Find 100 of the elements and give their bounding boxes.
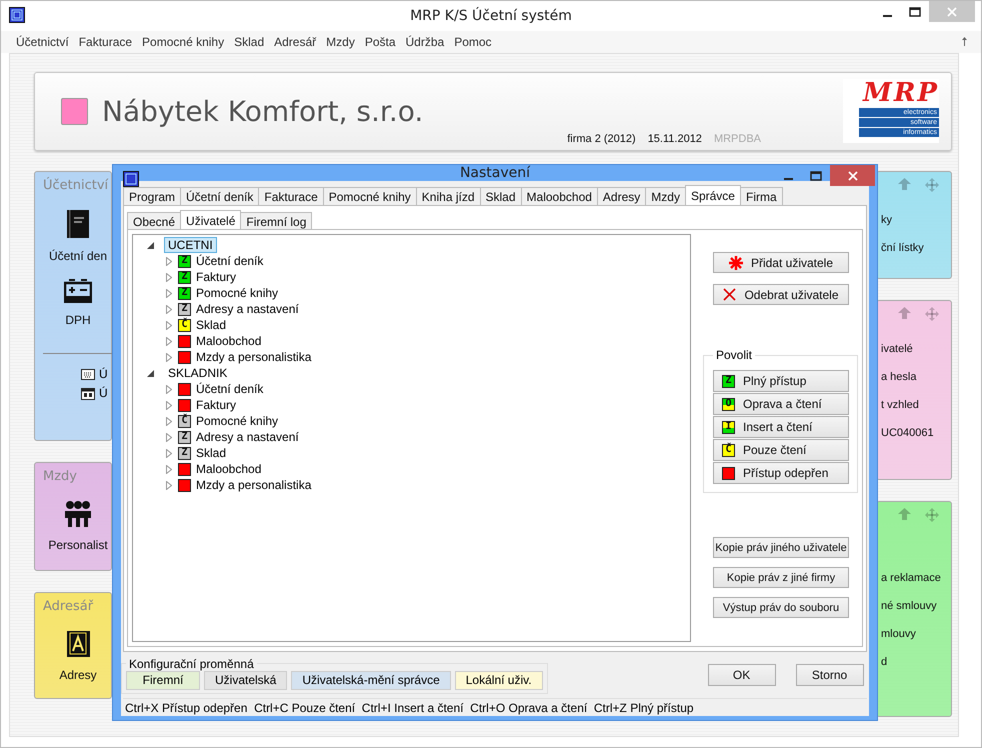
user-button[interactable]: Odebrat uživatele (713, 284, 849, 305)
tree-item[interactable]: Pomocné knihy (196, 414, 278, 428)
access-badge: Z (178, 286, 191, 300)
date-label: 15.11.2012 (648, 133, 702, 145)
menu-item[interactable]: Mzdy (321, 35, 360, 49)
dialog-button[interactable]: OK (708, 664, 776, 686)
tile-item[interactable]: Ú (99, 386, 108, 400)
access-badge (722, 466, 735, 480)
tab[interactable]: Kniha jízd (416, 187, 480, 205)
menu-item[interactable]: Pomoc (449, 35, 497, 49)
tile-item[interactable]: DPH (65, 313, 91, 327)
tile-item[interactable]: né smlouvy (881, 600, 937, 612)
close-icon (848, 170, 858, 180)
dialog-title: Nastavení (460, 165, 530, 181)
collapse-triangle-icon[interactable] (147, 370, 154, 376)
firm-label: firma 2 (2012) (567, 133, 636, 145)
tree-item[interactable]: Pomocné knihy (196, 286, 278, 300)
access-badge: Č (722, 444, 735, 456)
tree-item[interactable]: Maloobchod (196, 462, 262, 476)
logo-name: MRP (863, 79, 939, 107)
minimize-icon (784, 178, 792, 180)
move-icon[interactable] (925, 307, 939, 321)
tab[interactable]: Adresy (596, 187, 646, 205)
tile-title: Účetnictví (43, 178, 108, 193)
dialog-button[interactable]: Storno (796, 664, 864, 686)
access-badge: Č (178, 318, 191, 332)
config-button[interactable]: Firemní (126, 670, 200, 690)
access-button[interactable]: Přístup odepřen (713, 462, 849, 484)
access-badge: Z (178, 302, 191, 316)
tree-item[interactable]: Adresy a nastavení (196, 430, 299, 444)
tree-item[interactable]: Faktury (196, 398, 236, 412)
menu-item[interactable]: Údržba (400, 35, 450, 49)
calendar-icon (81, 386, 95, 400)
tree-user[interactable]: UCETNI (164, 237, 217, 253)
copy-button[interactable]: Výstup práv do souboru (713, 597, 849, 618)
tree-item[interactable]: Faktury (196, 270, 236, 284)
tile-item[interactable]: t vzhled (881, 399, 919, 411)
menu-item[interactable]: Sklad (229, 35, 270, 49)
tile-item[interactable]: UC040061 (881, 427, 934, 439)
menu-item[interactable]: Účetnictví (11, 35, 74, 49)
address-book-icon (65, 630, 91, 658)
maximize-icon (909, 6, 921, 16)
tree-item[interactable]: Adresy a nastavení (196, 302, 299, 316)
copy-button[interactable]: Kopie práv jiného uživatele (713, 537, 849, 558)
collapse-triangle-icon[interactable] (147, 242, 154, 248)
tree-item[interactable]: Účetní deník (196, 254, 264, 268)
menu-item[interactable]: Pošta (360, 35, 401, 49)
menu-item[interactable]: Adresář (269, 35, 322, 49)
tree-item[interactable]: Sklad (196, 446, 226, 460)
tree-item[interactable]: Sklad (196, 318, 226, 332)
access-badge: Z (178, 430, 191, 444)
tile-item[interactable]: a hesla (881, 371, 916, 383)
tab[interactable]: Firemní log (240, 212, 312, 230)
move-icon[interactable] (925, 508, 939, 522)
tree-item[interactable]: Maloobchod (196, 334, 262, 348)
tab[interactable]: Obecné (127, 212, 182, 230)
company-name: Nábytek Komfort, s.r.o. (102, 95, 424, 128)
config-button[interactable]: Lokální uživ. (454, 670, 543, 690)
tile-item[interactable]: d (881, 656, 888, 668)
tree-user[interactable]: SKLADNIK (164, 365, 232, 381)
keyboard-icon (81, 368, 95, 380)
tree-item[interactable]: Účetní deník (196, 382, 264, 396)
copy-button[interactable]: Kopie práv z jiné firmy (713, 567, 849, 588)
tile-item[interactable]: Ú (99, 367, 108, 381)
config-button[interactable]: Uživatelská (204, 670, 288, 690)
access-button[interactable]: Z Plný přístup (713, 370, 849, 392)
tile-title: Adresář (43, 599, 94, 614)
tile-item[interactable]: Personalist (48, 538, 108, 552)
access-badge: Z (178, 254, 191, 268)
tab[interactable]: Mzdy (645, 187, 686, 205)
tab[interactable]: Správce (684, 185, 741, 205)
access-badge: Z (178, 446, 191, 460)
tile-title: Mzdy (43, 469, 77, 484)
tile-item[interactable]: ivatelé (881, 343, 913, 355)
user-button[interactable]: Přidat uživatele (713, 252, 849, 273)
up-arrow-icon[interactable] (962, 37, 967, 46)
group-title: Konfigurační proměnná (128, 656, 255, 670)
menu-item[interactable]: Pomocné knihy (137, 35, 230, 49)
access-badge: Z (178, 270, 191, 284)
access-badge: Z (722, 374, 735, 388)
tile-item[interactable]: mlouvy (881, 628, 916, 640)
tile-item[interactable]: ční lístky (881, 242, 924, 254)
tile-item[interactable]: Účetní den (48, 249, 108, 263)
access-button[interactable]: Č Pouze čtení (713, 439, 849, 461)
asterisk-icon (728, 256, 743, 270)
tile-item[interactable]: a reklamace (881, 572, 941, 584)
access-badge: Č (178, 414, 191, 428)
tab[interactable]: Program (123, 187, 182, 205)
menu-item[interactable]: Fakturace (74, 35, 138, 49)
tree-item[interactable]: Mzdy a personalistika (196, 350, 312, 364)
tile-item[interactable]: ky (881, 214, 892, 226)
move-icon[interactable] (925, 178, 939, 192)
tree-item[interactable]: Mzdy a personalistika (196, 478, 312, 492)
people-icon (64, 500, 92, 528)
close-button[interactable] (830, 165, 875, 186)
config-button[interactable]: Uživatelská-mění správce (291, 670, 451, 690)
status-bar: Ctrl+X Přístup odepřen Ctrl+C Pouze čtení Ctrl+I Insert a čtení Ctrl+O Oprava a čtení Ctrl+Z Plný přístup (123, 698, 867, 716)
tab[interactable]: Pomocné knihy (322, 187, 417, 205)
tile-item[interactable]: Adresy (59, 668, 97, 682)
tab[interactable]: Firma (740, 187, 783, 205)
